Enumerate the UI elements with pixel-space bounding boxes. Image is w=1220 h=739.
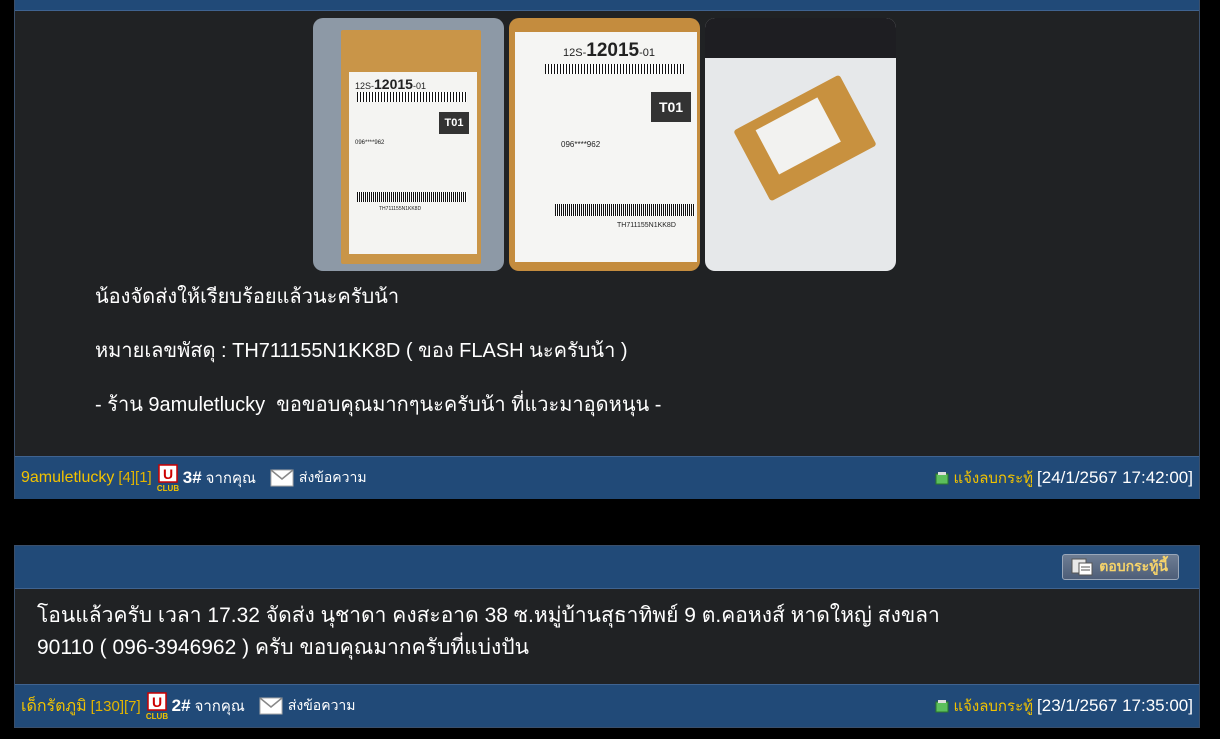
- send-message-button[interactable]: ส่งข้อความ: [270, 467, 367, 489]
- post-timestamp: [24/1/2567 17:42:00]: [1037, 468, 1193, 487]
- report-delete-icon[interactable]: [935, 471, 949, 485]
- photo1-code-suffix: -01: [412, 81, 426, 91]
- username-link[interactable]: 9amuletlucky [4][1]: [21, 469, 152, 487]
- photo1-code: 12015: [374, 76, 413, 92]
- username[interactable]: เด็กรัตภูมิ: [21, 698, 87, 715]
- photo1-phone: 096****962: [355, 140, 385, 146]
- photo1-tracking: TH711155N1KK8D: [379, 206, 422, 212]
- send-message-label[interactable]: ส่งข้อความ: [299, 467, 367, 489]
- envelope-icon: [270, 469, 294, 487]
- post-line-1: น้องจัดส่งให้เรียบร้อยแล้วนะครับน้า: [95, 286, 400, 308]
- post-footer: เด็กรัตภูมิ [130][7] U CLUB 2# จากคุณ ส่ง…: [15, 684, 1199, 727]
- from-label: จากคุณ: [205, 470, 256, 487]
- post-message: โอนแล้วครับ เวลา 17.32 จัดส่ง นุชาดา คงส…: [37, 604, 940, 659]
- username-link[interactable]: เด็กรัตภูมิ [130][7]: [21, 694, 141, 719]
- parcel-photo-2[interactable]: 12S-12015-01 T01 096****962 TH711155N1KK…: [509, 18, 700, 271]
- u-club-icon: U CLUB: [144, 692, 170, 721]
- photo1-code-prefix: 12S-: [355, 81, 375, 91]
- post-footer: 9amuletlucky [4][1] U CLUB 3# จากคุณ ส่งข…: [15, 456, 1199, 499]
- photo2-code-prefix: 12S-: [563, 47, 587, 59]
- post-line-thanks: - ร้าน 9amuletlucky ขอขอบคุณมากๆนะครับน้…: [95, 394, 662, 416]
- report-delete-icon[interactable]: [935, 699, 949, 713]
- u-club-icon: U CLUB: [155, 464, 181, 493]
- post-2: ตอบกระทู้นี้ โอนแล้วครับ เวลา 17.32 จัดส…: [14, 545, 1200, 728]
- club-letter: U: [163, 466, 173, 482]
- report-delete-link[interactable]: แจ้งลบกระทู้: [953, 694, 1033, 718]
- post-timestamp: [23/1/2567 17:35:00]: [1037, 696, 1193, 715]
- post-number: 2#: [171, 696, 191, 715]
- reply-label[interactable]: ตอบกระทู้นี้: [1099, 556, 1168, 578]
- user-stats: [4][1]: [118, 469, 152, 486]
- club-label: CLUB: [157, 484, 179, 492]
- post-3: 12S-12015-01 T01 096****962 TH711155N1KK…: [14, 0, 1200, 499]
- reply-icon: [1071, 558, 1093, 576]
- envelope-icon: [259, 697, 283, 715]
- photo2-code: 12015: [586, 40, 640, 61]
- post-header-bar: [15, 0, 1199, 11]
- post-header-bar: ตอบกระทู้นี้: [15, 546, 1199, 589]
- reply-button[interactable]: ตอบกระทู้นี้: [1062, 554, 1179, 580]
- club-label: CLUB: [146, 712, 168, 720]
- photo1-tag: T01: [439, 112, 469, 134]
- photo2-phone: 096****962: [561, 140, 601, 149]
- photo2-code-suffix: -01: [639, 47, 655, 59]
- report-delete-link[interactable]: แจ้งลบกระทู้: [953, 466, 1033, 490]
- parcel-photo-1[interactable]: 12S-12015-01 T01 096****962 TH711155N1KK…: [313, 18, 504, 271]
- photo-gallery: 12S-12015-01 T01 096****962 TH711155N1KK…: [313, 18, 896, 271]
- user-stats: [130][7]: [90, 697, 141, 715]
- parcel-photo-3[interactable]: [705, 18, 896, 271]
- send-message-label[interactable]: ส่งข้อความ: [288, 695, 356, 717]
- photo2-tracking: TH711155N1KK8D: [617, 222, 676, 229]
- club-letter: U: [152, 694, 162, 710]
- send-message-button[interactable]: ส่งข้อความ: [259, 695, 356, 717]
- post-number: 3#: [182, 468, 202, 487]
- post-line-tracking: หมายเลขพัสดุ : TH711155N1KK8D ( ของ FLAS…: [95, 340, 628, 362]
- from-label: จากคุณ: [194, 698, 245, 715]
- username[interactable]: 9amuletlucky: [21, 469, 114, 486]
- photo2-tag: T01: [651, 92, 691, 122]
